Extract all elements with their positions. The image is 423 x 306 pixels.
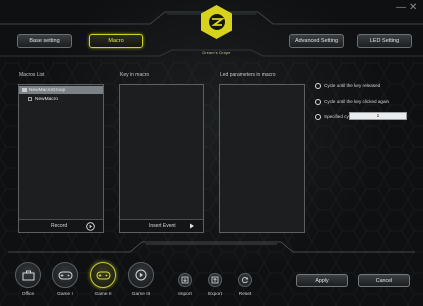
reset-icon bbox=[242, 277, 248, 284]
reset-label: Reset bbox=[238, 292, 252, 297]
close-button[interactable]: ✕ bbox=[409, 3, 417, 13]
insert-event-footer[interactable]: Insert Event bbox=[120, 219, 203, 232]
option-cycle-until-released[interactable]: Cycle until the key released bbox=[315, 81, 380, 90]
key-in-macro-title: Key in macro bbox=[120, 72, 150, 78]
radio-button[interactable] bbox=[315, 113, 321, 120]
led-parameters-panel[interactable] bbox=[219, 84, 305, 233]
option-cycle-until-clicked[interactable]: Cycle until the key clicked again bbox=[315, 97, 389, 106]
tab-led-setting[interactable]: LED Setting bbox=[357, 34, 412, 48]
macros-list-panel[interactable]: NewMacroGroup NewMacro Record bbox=[18, 84, 104, 233]
profile-game-3-button[interactable] bbox=[128, 262, 154, 288]
app-window: — ✕ Dream's Grape Base setting Macro Adv… bbox=[0, 0, 423, 306]
briefcase-icon bbox=[22, 270, 34, 280]
tree-item-label: NewMacroGroup bbox=[29, 87, 66, 93]
cancel-button[interactable]: Cancel bbox=[358, 274, 410, 287]
reset-button[interactable] bbox=[238, 273, 252, 287]
profile-office-label: Office bbox=[21, 292, 35, 297]
gamepad-icon bbox=[96, 271, 110, 279]
profile-game-3-label: Game III bbox=[131, 292, 151, 297]
option-label: Cycle until the key released bbox=[324, 83, 381, 88]
macros-list-title: Macros List bbox=[19, 72, 45, 78]
import-label: Import bbox=[178, 292, 192, 297]
apply-button[interactable]: Apply bbox=[296, 274, 348, 287]
tab-macro[interactable]: Macro bbox=[89, 34, 143, 48]
tab-base-setting[interactable]: Base setting bbox=[17, 34, 72, 48]
export-icon bbox=[211, 276, 219, 284]
profile-game-1-label: Game I bbox=[57, 292, 73, 297]
gamepad-icon bbox=[58, 271, 72, 279]
key-in-macro-panel[interactable]: Insert Event bbox=[119, 84, 204, 233]
option-label: Cycle until the key clicked again bbox=[324, 99, 390, 104]
record-label: Record bbox=[51, 223, 68, 229]
import-button[interactable] bbox=[178, 273, 192, 287]
bottom-decoration bbox=[8, 241, 415, 253]
tree-item-macro[interactable]: NewMacro bbox=[19, 95, 103, 103]
radio-button[interactable] bbox=[315, 82, 321, 89]
radio-button[interactable] bbox=[315, 98, 321, 105]
macro-icon bbox=[28, 97, 32, 101]
cycle-times-input[interactable]: 1 bbox=[349, 112, 407, 120]
minimize-button[interactable]: — bbox=[396, 3, 406, 13]
tree-item-group[interactable]: NewMacroGroup bbox=[19, 86, 103, 94]
folder-icon bbox=[22, 88, 27, 92]
macros-list-footer[interactable]: Record bbox=[19, 219, 103, 232]
play-icon bbox=[135, 269, 147, 281]
profile-game-2-label: Game II bbox=[94, 292, 112, 297]
tree-item-label: NewMacro bbox=[35, 96, 58, 102]
tab-advanced-setting[interactable]: Advanced Setting bbox=[289, 34, 344, 48]
profile-game-2-button[interactable] bbox=[90, 262, 116, 288]
export-button[interactable] bbox=[208, 273, 222, 287]
profile-game-1-button[interactable] bbox=[52, 262, 78, 288]
import-icon bbox=[181, 276, 189, 284]
record-icon[interactable] bbox=[86, 221, 95, 231]
play-arrow-icon[interactable] bbox=[189, 223, 195, 229]
export-label: Export bbox=[208, 292, 222, 297]
insert-event-label: Insert Event bbox=[149, 223, 176, 229]
brand-caption: Dream's Grape bbox=[202, 51, 231, 55]
profile-office-button[interactable] bbox=[15, 262, 41, 288]
zeus-hexagon-logo-icon bbox=[208, 14, 225, 30]
led-parameters-title: Led parameters in macro bbox=[220, 72, 276, 78]
